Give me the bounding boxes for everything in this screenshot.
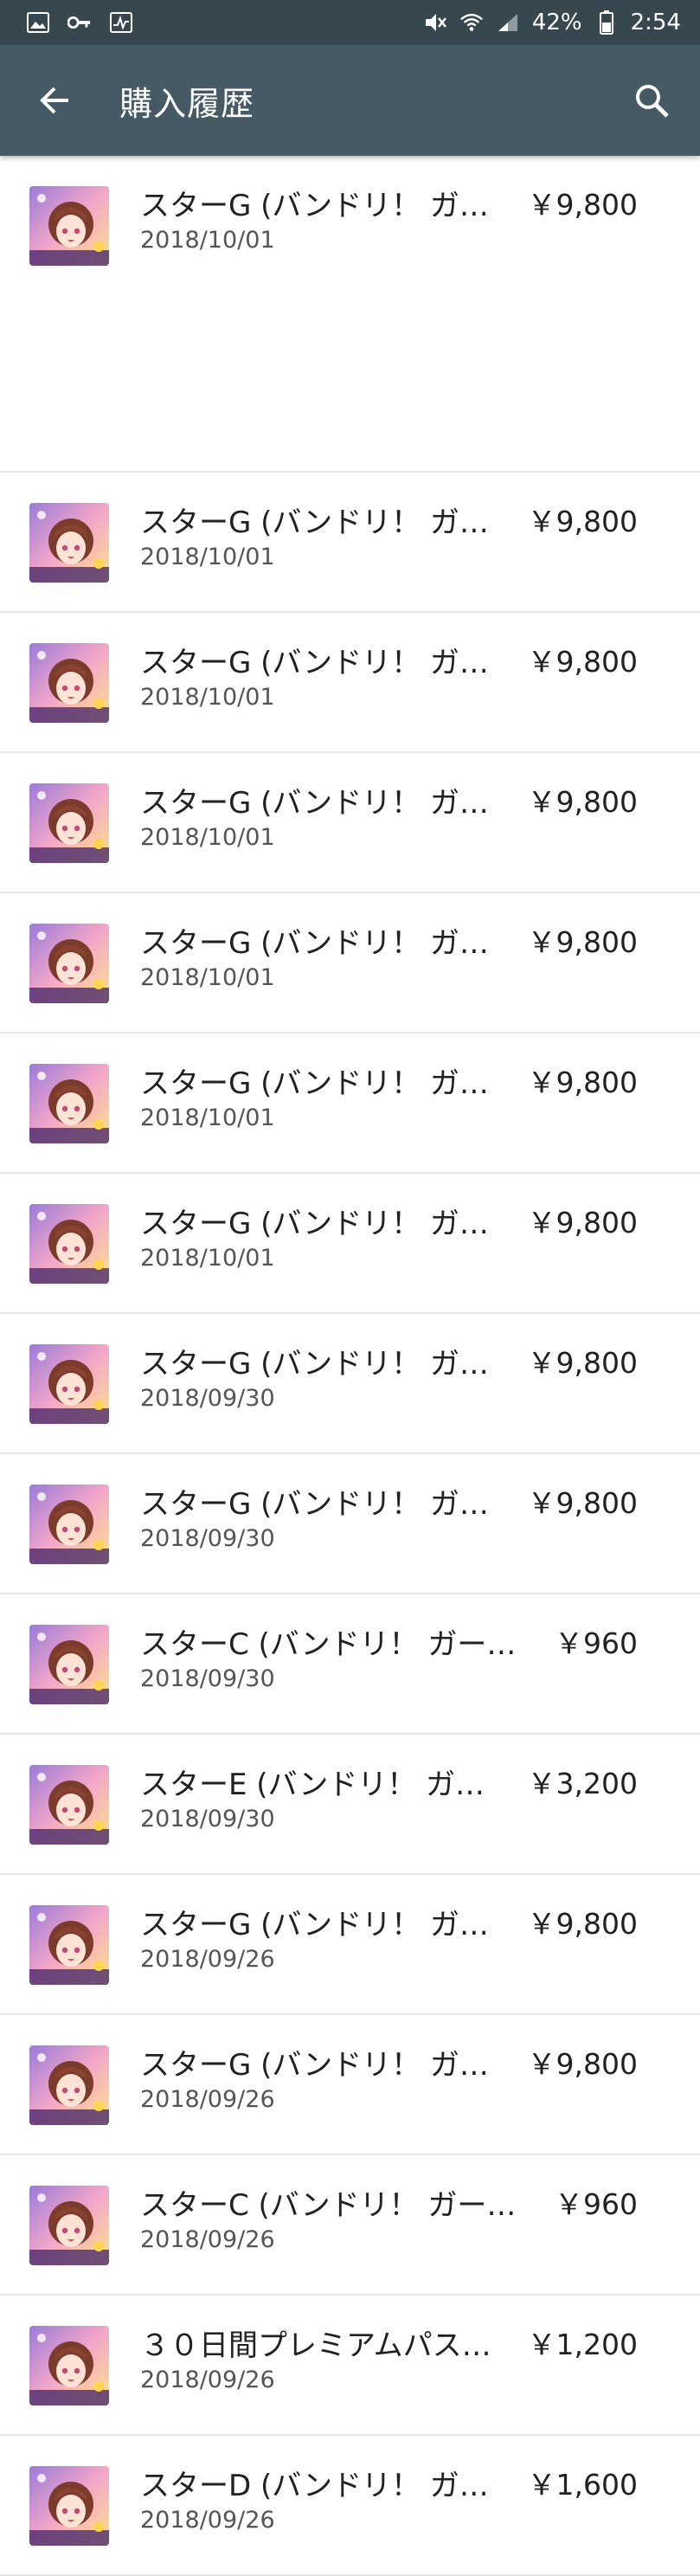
purchase-row[interactable]: スターD (バンドリ！ ガ… 2018/09/26 ￥1,600 [0, 2436, 700, 2576]
purchase-row[interactable]: スターE (バンドリ！ ガ… 2018/09/30 ￥3,200 [0, 1735, 700, 1875]
app-bar: 購入履歴 [0, 45, 700, 156]
item-price: ￥9,800 [527, 2047, 638, 2081]
activity-icon [109, 10, 133, 35]
purchase-date: 2018/10/01 [140, 824, 275, 851]
purchase-date: 2018/09/30 [140, 1385, 275, 1412]
item-price: ￥9,800 [527, 1486, 638, 1520]
item-price: ￥9,800 [527, 645, 638, 679]
purchase-row[interactable]: ３０日間プレミアムパス… 2018/09/26 ￥1,200 [0, 2296, 700, 2436]
purchase-row[interactable]: スターG (バンドリ！ ガ… 2018/09/26 ￥9,800 [0, 2015, 700, 2155]
purchase-row[interactable]: スターG (バンドリ！ ガ… 2018/09/26 ￥9,800 [0, 1875, 700, 2015]
app-thumbnail [29, 1064, 109, 1143]
app-thumbnail [29, 1204, 109, 1284]
app-thumbnail [29, 1344, 109, 1424]
wifi-icon [459, 10, 484, 35]
item-price: ￥9,800 [527, 785, 638, 819]
item-name: スターD (バンドリ！ ガ… [140, 2469, 489, 2503]
purchase-row[interactable]: スターG (バンドリ！ ガ… 2018/10/01 ￥9,800 [0, 753, 700, 893]
app-thumbnail [29, 2045, 109, 2125]
item-name: スターG (バンドリ！ ガ… [140, 189, 489, 223]
item-price: ￥9,800 [527, 1066, 638, 1099]
item-name: スターG (バンドリ！ ガ… [140, 1066, 489, 1101]
item-price: ￥960 [555, 2187, 638, 2221]
item-name: スターC (バンドリ！ ガー… [140, 1627, 517, 1662]
app-thumbnail [29, 186, 109, 266]
search-icon[interactable] [629, 78, 674, 123]
page-title: 購入履歴 [119, 84, 255, 123]
purchase-date: 2018/10/01 [140, 1245, 275, 1272]
purchase-row[interactable]: スターG (バンドリ！ ガ… 2018/10/01 ￥9,800 [0, 893, 700, 1034]
purchase-row[interactable]: スターG (バンドリ！ ガ… 2018/09/30 ￥9,800 [0, 1454, 700, 1594]
app-thumbnail [29, 1484, 109, 1564]
item-price: ￥1,600 [527, 2468, 638, 2502]
item-name: スターG (バンドリ！ ガ… [140, 1347, 489, 1381]
purchase-date: 2018/09/26 [140, 2367, 275, 2393]
purchase-date: 2018/09/30 [140, 1806, 275, 1832]
item-price: ￥3,200 [527, 1767, 638, 1800]
purchase-row[interactable]: スターG (バンドリ！ ガ… 2018/10/01 ￥9,800 [0, 473, 700, 613]
purchase-row[interactable]: スターG (バンドリ！ ガ… 2018/10/01 ￥9,800 [0, 613, 700, 753]
purchase-date: 2018/10/01 [140, 1104, 275, 1131]
item-price: ￥9,800 [527, 505, 638, 538]
item-price: ￥9,800 [527, 1907, 638, 1941]
arrow-left-icon[interactable] [33, 79, 76, 122]
image-icon [26, 10, 50, 35]
app-thumbnail [29, 2466, 109, 2546]
purchase-date: 2018/09/30 [140, 1665, 275, 1692]
mute-icon [423, 10, 447, 35]
item-name: スターG (バンドリ！ ガ… [140, 2048, 489, 2083]
item-name: スターG (バンドリ！ ガ… [140, 646, 489, 680]
purchase-row[interactable]: スターG (バンドリ！ ガ… 2018/10/01 ￥9,800 [0, 156, 700, 473]
purchase-row[interactable]: スターC (バンドリ！ ガー… 2018/09/30 ￥960 [0, 1594, 700, 1735]
signal-icon [496, 10, 520, 35]
item-name: ３０日間プレミアムパス… [140, 2328, 491, 2363]
item-name: スターG (バンドリ！ ガ… [140, 926, 489, 961]
item-name: スターE (バンドリ！ ガ… [140, 1768, 485, 1802]
app-thumbnail [29, 924, 109, 1003]
item-price: ￥9,800 [527, 1206, 638, 1240]
clock: 2:54 [630, 10, 681, 35]
item-price: ￥9,800 [527, 925, 638, 959]
purchase-date: 2018/09/26 [140, 2086, 275, 2113]
purchase-row[interactable]: スターG (バンドリ！ ガ… 2018/09/30 ￥9,800 [0, 1314, 700, 1454]
purchase-date: 2018/09/26 [140, 2507, 275, 2534]
purchase-date: 2018/10/01 [140, 684, 275, 711]
purchase-date: 2018/10/01 [140, 227, 275, 254]
purchase-row[interactable]: スターG (バンドリ！ ガ… 2018/10/01 ￥9,800 [0, 1174, 700, 1314]
app-thumbnail [29, 503, 109, 583]
purchase-date: 2018/09/26 [140, 2226, 275, 2253]
battery-percent: 42% [531, 10, 582, 35]
item-price: ￥960 [555, 1626, 638, 1660]
purchase-date: 2018/10/01 [140, 964, 275, 991]
app-thumbnail [29, 2186, 109, 2265]
purchase-date: 2018/09/26 [140, 1946, 275, 1973]
item-name: スターC (バンドリ！ ガー… [140, 2188, 517, 2223]
purchase-row[interactable]: スターG (バンドリ！ ガ… 2018/10/01 ￥9,800 [0, 1034, 700, 1174]
status-bar: 42% 2:54 [0, 0, 700, 45]
app-thumbnail [29, 1625, 109, 1704]
battery-icon [594, 10, 619, 35]
item-price: ￥9,800 [527, 188, 638, 222]
purchase-date: 2018/10/01 [140, 544, 275, 570]
item-name: スターG (バンドリ！ ガ… [140, 1908, 489, 1942]
key-icon [67, 10, 92, 35]
item-name: スターG (バンドリ！ ガ… [140, 786, 489, 821]
app-thumbnail [29, 1765, 109, 1845]
purchase-row[interactable]: スターC (バンドリ！ ガー… 2018/09/26 ￥960 [0, 2155, 700, 2296]
app-thumbnail [29, 1905, 109, 1985]
item-name: スターG (バンドリ！ ガ… [140, 506, 489, 540]
item-name: スターG (バンドリ！ ガ… [140, 1487, 489, 1522]
purchase-list: スターG (バンドリ！ ガ… 2018/10/01 ￥9,800 スターG (バンド… [0, 156, 700, 2576]
item-name: スターG (バンドリ！ ガ… [140, 1207, 489, 1241]
item-price: ￥1,200 [527, 2328, 638, 2361]
app-thumbnail [29, 643, 109, 723]
purchase-date: 2018/09/30 [140, 1525, 275, 1552]
app-thumbnail [29, 783, 109, 863]
item-price: ￥9,800 [527, 1346, 638, 1380]
app-thumbnail [29, 2326, 109, 2405]
